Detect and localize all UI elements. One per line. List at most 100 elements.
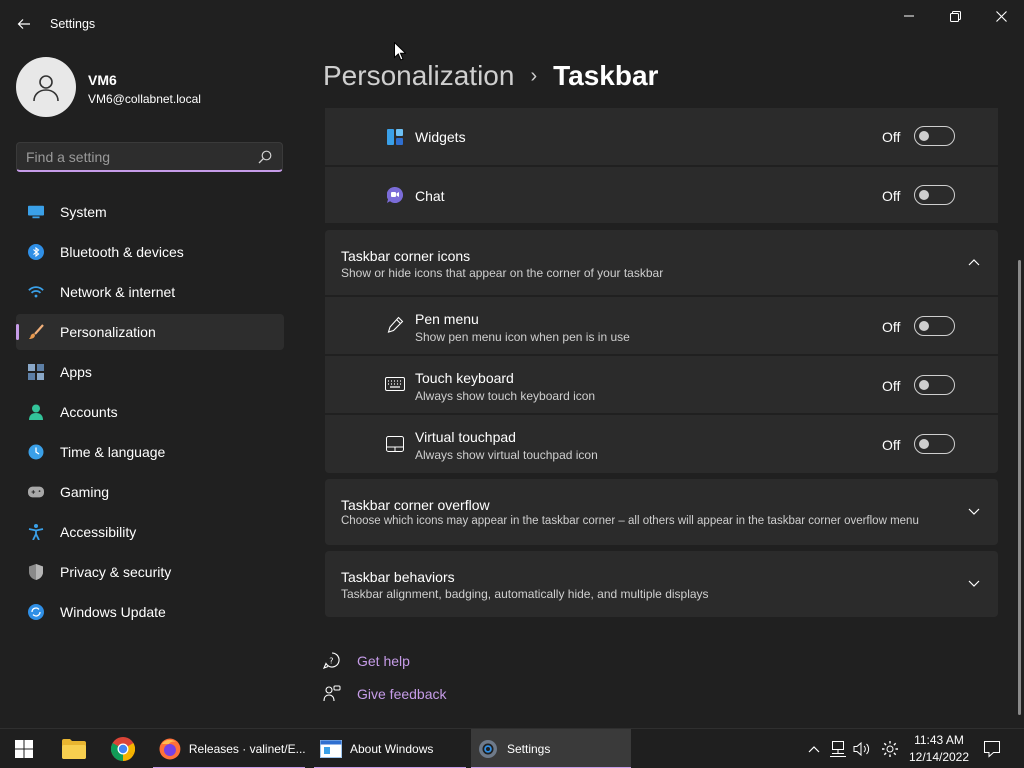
close-button[interactable] — [978, 0, 1024, 32]
firefox-taskbar-button[interactable]: Releases · valinet/E... — [153, 729, 305, 768]
search-input[interactable] — [26, 148, 246, 166]
pen-menu-toggle[interactable] — [914, 316, 955, 336]
chevron-up-icon[interactable] — [805, 740, 823, 758]
widgets-row: Widgets Off — [325, 108, 998, 165]
sidebar-item-label: Apps — [60, 364, 92, 380]
pen-menu-label: Pen menu — [415, 311, 479, 327]
help-icon: ? — [323, 652, 341, 670]
settings-taskbar-button[interactable]: Settings — [471, 729, 631, 768]
chrome-icon — [111, 737, 135, 761]
sidebar-item-label: Accessibility — [60, 524, 137, 540]
sidebar-item-label: Personalization — [60, 324, 156, 340]
chat-toggle-state: Off — [882, 188, 901, 204]
close-icon — [995, 10, 1007, 22]
clock-globe-icon — [28, 444, 44, 460]
sidebar-item-label: Time & language — [60, 444, 166, 460]
volume-icon[interactable] — [853, 740, 871, 758]
restore-icon — [949, 10, 961, 22]
sidebar-item-bluetooth[interactable]: Bluetooth & devices — [16, 234, 284, 270]
person-icon — [28, 404, 44, 420]
get-help-label[interactable]: Get help — [357, 653, 410, 669]
get-help-link[interactable]: ? Get help — [323, 651, 410, 671]
app-title: Settings — [50, 17, 96, 31]
touchpad-icon — [385, 434, 405, 454]
notification-icon — [984, 741, 1000, 758]
chevron-up-icon[interactable] — [967, 255, 981, 269]
chevron-down-icon[interactable] — [967, 505, 981, 519]
sidebar-item-privacy[interactable]: Privacy & security — [16, 554, 284, 590]
sidebar-item-gaming[interactable]: Gaming — [16, 474, 284, 510]
back-button[interactable] — [12, 12, 36, 36]
mouse-cursor-icon — [394, 42, 406, 61]
settings-tray-icon[interactable] — [881, 740, 899, 758]
profile-name: VM6 — [88, 72, 117, 88]
virtual-touchpad-description: Always show virtual touchpad icon — [415, 448, 598, 462]
widgets-icon — [385, 127, 405, 147]
corner-icons-header[interactable]: Taskbar corner icons Show or hide icons … — [325, 230, 998, 295]
settings-gear-icon — [479, 740, 497, 758]
search-box[interactable] — [16, 142, 283, 172]
sidebar-item-apps[interactable]: Apps — [16, 354, 284, 390]
touch-keyboard-toggle[interactable] — [914, 375, 955, 395]
title-bar: Settings — [0, 0, 1024, 48]
sidebar-item-accessibility[interactable]: Accessibility — [16, 514, 284, 550]
widgets-toggle[interactable] — [914, 126, 955, 146]
chat-toggle[interactable] — [914, 185, 955, 205]
give-feedback-label[interactable]: Give feedback — [357, 686, 447, 702]
avatar[interactable] — [16, 57, 76, 117]
start-button[interactable] — [0, 729, 48, 768]
sidebar-item-system[interactable]: System — [16, 194, 284, 230]
chat-icon — [385, 185, 405, 205]
breadcrumb-parent[interactable]: Personalization — [323, 60, 514, 92]
behaviors-subtitle: Taskbar alignment, badging, automaticall… — [341, 587, 709, 601]
brush-icon — [28, 324, 44, 340]
pen-icon — [385, 315, 405, 335]
apps-icon — [28, 364, 44, 380]
network-icon[interactable] — [829, 740, 847, 758]
notifications-button[interactable] — [980, 737, 1004, 761]
give-feedback-link[interactable]: Give feedback — [323, 684, 447, 704]
gamepad-icon — [28, 484, 44, 500]
keyboard-icon — [385, 374, 405, 394]
bluetooth-icon — [28, 244, 44, 260]
behaviors-section[interactable]: Taskbar behaviors Taskbar alignment, bad… — [325, 551, 998, 617]
file-explorer-button[interactable] — [51, 729, 97, 768]
sidebar-item-personalization[interactable]: Personalization — [16, 314, 284, 350]
touch-keyboard-description: Always show touch keyboard icon — [415, 389, 596, 403]
search-icon[interactable] — [258, 150, 272, 164]
sidebar-item-windows-update[interactable]: Windows Update — [16, 594, 284, 630]
chat-row: Chat Off — [325, 167, 998, 223]
about-windows-taskbar-label: About Windows — [350, 742, 434, 756]
corner-overflow-section[interactable]: Taskbar corner overflow Choose which ico… — [325, 479, 998, 545]
sidebar-item-time-language[interactable]: Time & language — [16, 434, 284, 470]
pen-menu-description: Show pen menu icon when pen is in use — [415, 330, 630, 344]
widgets-label: Widgets — [415, 129, 466, 145]
about-windows-taskbar-button[interactable]: About Windows — [314, 729, 466, 768]
chevron-down-icon[interactable] — [967, 577, 981, 591]
restore-button[interactable] — [932, 0, 978, 32]
corner-icons-title: Taskbar corner icons — [341, 248, 471, 264]
sidebar-item-label: Gaming — [60, 484, 110, 500]
sidebar-item-accounts[interactable]: Accounts — [16, 394, 284, 430]
os-taskbar: Releases · valinet/E... About Windows Se… — [0, 728, 1024, 768]
scrollbar[interactable] — [1018, 260, 1021, 715]
shield-icon — [28, 564, 44, 580]
clock-date: 12/14/2022 — [908, 750, 970, 764]
sidebar-item-label: Privacy & security — [60, 564, 172, 580]
touch-keyboard-label: Touch keyboard — [415, 370, 514, 386]
touch-keyboard-toggle-state: Off — [882, 378, 901, 394]
taskbar-items-card: Widgets Off Chat Off — [325, 108, 998, 223]
monitor-icon — [28, 204, 44, 220]
sidebar-item-network[interactable]: Network & internet — [16, 274, 284, 310]
pen-menu-row: Pen menu Show pen menu icon when pen is … — [325, 297, 998, 354]
sidebar-item-label: Accounts — [60, 404, 118, 420]
virtual-touchpad-row: Virtual touchpad Always show virtual tou… — [325, 415, 998, 473]
chrome-button[interactable] — [100, 729, 146, 768]
feedback-icon — [323, 685, 341, 703]
virtual-touchpad-toggle[interactable] — [914, 434, 955, 454]
virtual-touchpad-label: Virtual touchpad — [415, 429, 516, 445]
windows-logo-icon — [15, 740, 33, 758]
system-clock[interactable]: 11:43 AM 12/14/2022 — [906, 732, 972, 766]
corner-icons-section: Taskbar corner icons Show or hide icons … — [325, 230, 998, 473]
minimize-button[interactable] — [886, 0, 932, 32]
